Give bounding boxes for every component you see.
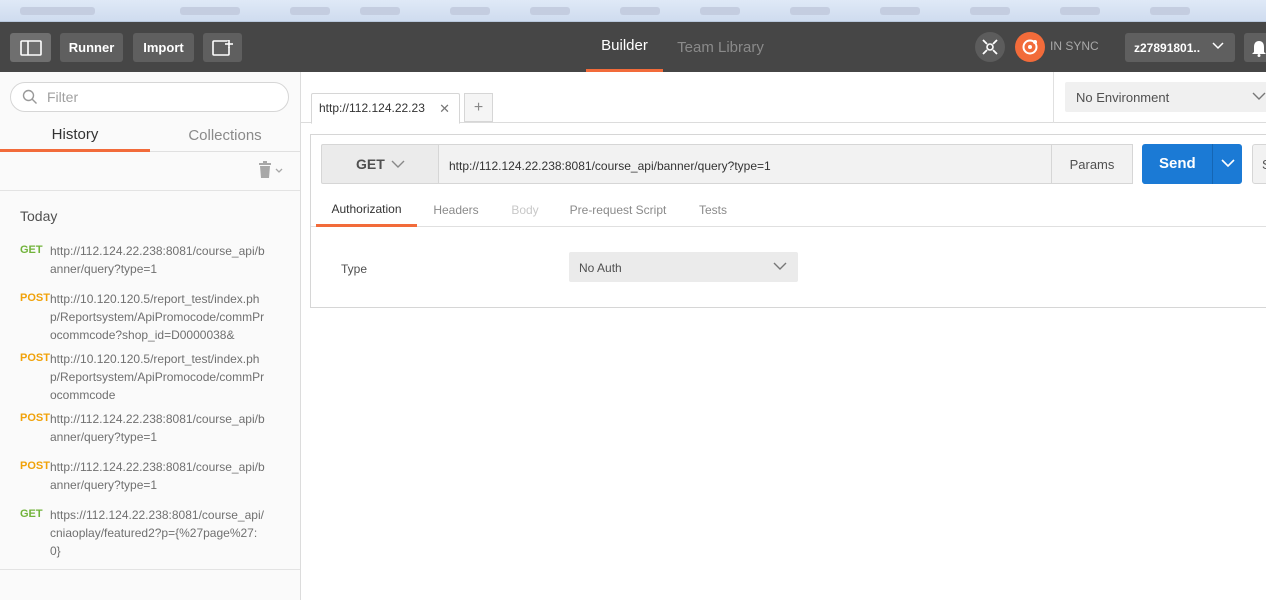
chevron-down-icon [1252,92,1266,100]
blurred-desktop-item [790,7,830,15]
tab-builder[interactable]: Builder [586,22,663,72]
request-tab-label: http://112.124.22.23 [319,101,425,115]
history-method: POST [20,412,50,424]
divider [1212,144,1213,184]
satellite-icon [982,39,998,55]
sidebar-tabs: History Collections [0,120,300,152]
method-value: GET [356,156,385,172]
new-window-button[interactable] [203,33,242,62]
chevron-down-icon [391,160,405,168]
url-input[interactable]: http://112.124.22.238:8081/course_api/ba… [438,144,1052,184]
blurred-desktop-item [290,7,330,15]
sidebar-layout-icon [19,39,42,56]
tab-headers[interactable]: Headers [424,193,488,227]
history-url: http://10.120.120.5/report_test/index.ph… [50,292,265,342]
history-url: http://112.124.22.238:8081/course_api/ba… [50,412,265,444]
request-tab-bar: http://112.124.22.23 ✕ + No Environment [301,72,1266,124]
tab-body: Body [511,203,539,217]
sync-icon [1022,39,1038,55]
search-icon [22,89,37,104]
close-icon[interactable]: ✕ [439,101,450,117]
history-method: GET [20,508,43,520]
blurred-desktop-item [1060,7,1100,15]
blurred-desktop-item [700,7,740,15]
tab-tests[interactable]: Tests [691,193,735,227]
divider [0,190,300,191]
sync-status-button[interactable] [1015,32,1045,62]
request-panel: GET http://112.124.22.238:8081/course_ap… [310,134,1266,308]
notifications-button[interactable] [1244,33,1266,62]
interceptor-button[interactable] [975,32,1005,62]
blurred-desktop-item [1150,7,1190,15]
blurred-desktop-item [20,7,95,15]
history-url: http://112.124.22.238:8081/course_api/ba… [50,460,265,492]
auth-type-select[interactable]: No Auth [569,252,798,282]
blurred-desktop-item [360,7,400,15]
tab-history[interactable]: History [0,120,150,152]
environment-value: No Environment [1076,90,1170,105]
trash-icon [259,161,283,178]
blurred-desktop-item [620,7,660,15]
sync-status-text: IN SYNC [1050,39,1099,53]
history-url: http://112.124.22.238:8081/course_api/ba… [50,244,265,276]
history-method: POST [20,352,50,364]
method-select[interactable]: GET [321,144,438,184]
tab-team-library[interactable]: Team Library [669,22,772,72]
bell-icon [1252,40,1266,57]
filter-box [10,82,289,112]
tab-pre-request-script[interactable]: Pre-request Script [559,193,677,227]
new-window-icon [211,39,233,56]
history-group-label: Today [20,208,58,224]
history-url: https://112.124.22.238:8081/course_api/c… [50,508,264,558]
save-button[interactable]: S [1252,144,1266,184]
toggle-sidebar-button[interactable] [10,33,51,62]
divider [1053,72,1054,123]
app-header: Runner Import Builder Team Library IN SY… [0,22,1266,72]
history-url: http://10.120.120.5/report_test/index.ph… [50,352,265,402]
divider [0,569,300,570]
history-method: POST [20,292,50,304]
user-menu-button[interactable]: z27891801.. [1125,33,1235,62]
request-option-tabs: Authorization Headers Body Pre-request S… [311,193,1266,227]
auth-type-label: Type [341,262,368,276]
history-method: POST [20,460,50,472]
tab-authorization[interactable]: Authorization [316,193,417,227]
environment-select[interactable]: No Environment [1065,82,1266,112]
username-label: z27891801.. [1134,40,1201,55]
blurred-desktop-item [880,7,920,15]
request-tab[interactable]: http://112.124.22.23 ✕ [311,93,460,124]
auth-type-value: No Auth [579,261,622,275]
chevron-down-icon[interactable] [1220,155,1236,171]
sidebar: History Collections Today GET http://112… [0,72,301,600]
blurred-desktop-item [530,7,570,15]
blurred-desktop-item [970,7,1010,15]
chevron-down-icon [773,262,787,270]
blurred-desktop-item [450,7,490,15]
os-title-strip [0,0,1266,22]
params-button[interactable]: Params [1051,144,1133,184]
send-button[interactable]: Send [1142,144,1242,184]
tab-collections[interactable]: Collections [150,120,300,152]
blurred-desktop-item [180,7,240,15]
chevron-down-icon [1212,42,1224,50]
import-button[interactable]: Import [133,33,194,62]
send-label: Send [1159,155,1196,172]
history-method: GET [20,244,43,256]
add-tab-button[interactable]: + [464,93,493,122]
runner-button[interactable]: Runner [60,33,123,62]
clear-history-button[interactable] [256,160,286,183]
filter-input[interactable] [47,89,277,105]
